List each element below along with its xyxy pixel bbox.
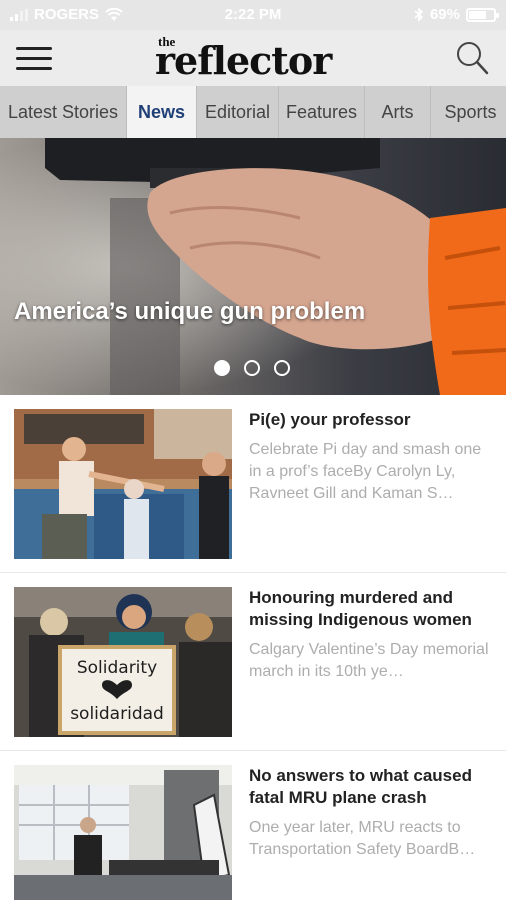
- article-summary: One year later, MRU reacts to Transporta…: [249, 819, 476, 858]
- tab-sports[interactable]: Sports: [431, 86, 506, 138]
- article-text: No answers to what caused fatal MRU plan…: [249, 765, 494, 861]
- bluetooth-icon: [414, 7, 424, 22]
- list-item[interactable]: Solidarity solidaridad Honouring murdere…: [0, 573, 506, 751]
- hero-title[interactable]: America’s unique gun problem: [14, 298, 365, 326]
- carousel-dot-1[interactable]: [214, 360, 230, 376]
- carousel-dot-3[interactable]: [274, 360, 290, 376]
- battery-fill: [469, 10, 486, 19]
- section-tabs: Latest Stories News Editorial Features A…: [0, 86, 506, 138]
- article-summary: Calgary Valentine’s Day memorial march i…: [249, 641, 489, 680]
- article-thumbnail: [14, 765, 232, 900]
- battery-percent: 69%: [429, 6, 460, 23]
- article-text: Pi(e) your professor Celebrate Pi day an…: [249, 409, 494, 505]
- article-title[interactable]: Honouring murdered and missing Indigenou…: [249, 587, 494, 631]
- app-header: the reflector: [0, 30, 506, 86]
- battery-icon: [466, 7, 499, 22]
- tab-editorial[interactable]: Editorial: [197, 86, 279, 138]
- search-icon[interactable]: [454, 40, 490, 76]
- sign-line-2: solidaridad: [70, 704, 164, 724]
- article-title[interactable]: No answers to what caused fatal MRU plan…: [249, 765, 494, 809]
- tab-news[interactable]: News: [127, 86, 197, 138]
- status-bar: ROGERS 2:22 PM 69%: [0, 0, 506, 30]
- tab-arts[interactable]: Arts: [365, 86, 431, 138]
- hero-image: [0, 138, 506, 395]
- status-right: 69%: [414, 6, 499, 23]
- tab-latest-stories[interactable]: Latest Stories: [0, 86, 127, 138]
- list-item[interactable]: No answers to what caused fatal MRU plan…: [0, 751, 506, 900]
- article-text: Honouring murdered and missing Indigenou…: [249, 587, 494, 683]
- article-thumbnail: Solidarity solidaridad: [14, 587, 232, 737]
- article-title[interactable]: Pi(e) your professor: [249, 409, 494, 431]
- article-summary: Celebrate Pi day and smash one in a prof…: [249, 441, 482, 502]
- hamburger-menu-icon[interactable]: [16, 44, 52, 72]
- carousel-dot-2[interactable]: [244, 360, 260, 376]
- tab-features[interactable]: Features: [279, 86, 365, 138]
- carousel-dots: [214, 360, 290, 376]
- article-thumbnail: [14, 409, 232, 559]
- app-logo: the reflector: [155, 32, 355, 83]
- list-item[interactable]: Pi(e) your professor Celebrate Pi day an…: [0, 395, 506, 573]
- sign-line-1: Solidarity: [77, 658, 157, 678]
- logo-main-text: reflector: [155, 38, 332, 83]
- hero-carousel[interactable]: America’s unique gun problem: [0, 138, 506, 395]
